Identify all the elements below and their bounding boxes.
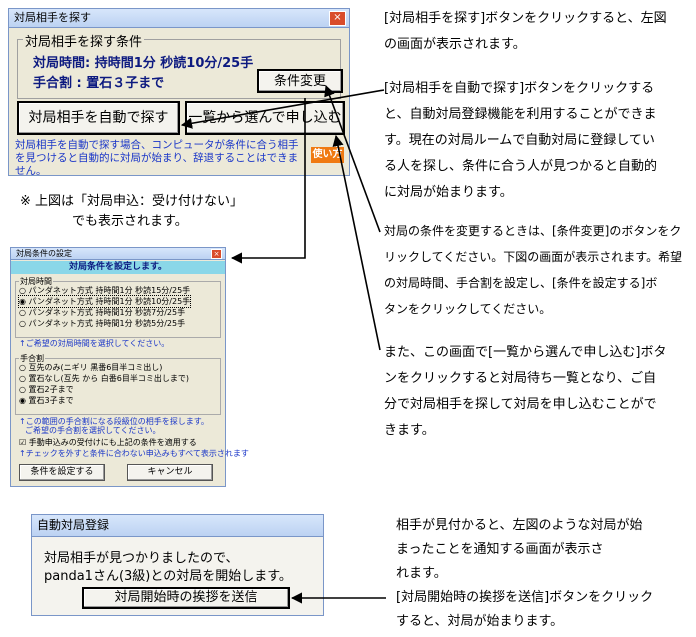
note-line: リックしてください。下図の画面が表示されます。希望 <box>384 250 683 264</box>
time-option-label: パンダネット方式 持時間1分 秒読10分/25手 <box>28 297 191 306</box>
caption-line-2: でも表示されます。 <box>72 214 188 229</box>
note-change-condition: 対局の条件を変更するときは、[条件変更]のボタンをク リックしてください。下図の… <box>384 218 694 322</box>
help-text: 対局相手を自動で探す場合、コンピュータが条件に合う相手を見つけると自動的に対局が… <box>15 139 299 177</box>
close-icon[interactable]: × <box>211 249 222 259</box>
auto-window-title: 自動対局登録 <box>32 515 323 537</box>
note-line: す。現在の対局ルームで自動対局に登録してい <box>384 133 655 148</box>
note-line: に対局が始まります。 <box>384 185 513 200</box>
time-option-4[interactable]: ○ パンダネット方式 持時間1分 秒読5分/25手 <box>19 318 185 329</box>
handicap-option-1[interactable]: ○ 互先のみ(ニギリ 黒番6目半コミ出し) <box>19 362 162 373</box>
note-line: る人を探し、条件に合う人が見つかると自動的 <box>384 159 658 174</box>
caption-line-1: ※ 上図は「対局申込：受け付けない」 <box>20 194 244 209</box>
time-hint: ↑ご希望の対局時間を選択してください。 <box>19 339 170 348</box>
list-apply-button[interactable]: 一覧から選んで申し込む <box>185 101 345 135</box>
note-line: と、自動対局登録機能を利用することができま <box>384 107 657 122</box>
handicap-option-4[interactable]: ◉ 置石3子まで <box>19 395 74 406</box>
auto-message-line-1: 対局相手が見つかりましたので、 <box>44 551 239 566</box>
condition-group-title: 対局相手を探す条件 <box>23 31 145 50</box>
cancel-button[interactable]: キャンセル <box>127 464 213 481</box>
note-line: まったことを通知する画面が表示さ <box>396 542 604 557</box>
send-greeting-button[interactable]: 対局開始時の挨拶を送信 <box>82 587 290 609</box>
change-condition-button[interactable]: 条件変更 <box>257 69 343 93</box>
auto-match-window: 自動対局登録 対局相手が見つかりましたので、 panda1さん(3級)との対局を… <box>31 514 324 616</box>
note-auto-match: 相手が見付かると、左図のような対局が始 まったことを通知する画面が表示さ れます… <box>396 514 686 634</box>
apply-hint: ↑チェックを外すと条件に合わない申込みもすべて表示されます <box>19 449 249 458</box>
note-line: きます。 <box>384 423 435 438</box>
time-option-1[interactable]: ○ パンダネット方式 持時間1分 秒読15分/25手 <box>19 285 190 296</box>
handicap-condition: 手合割 : 置石３子まで <box>33 76 165 91</box>
handicap-option-label: 置石なし(互先 から 白番6目半コミ出しまで) <box>28 374 189 383</box>
note-line: すると、対局が始まります。 <box>396 614 564 629</box>
search-window-title: 対局相手を探す <box>9 9 349 28</box>
note-line: [対局相手を自動で探す]ボタンをクリックする <box>384 81 655 96</box>
time-option-label: パンダネット方式 持時間1分 秒読5分/25手 <box>28 319 186 328</box>
handicap-hint-2: ご希望の手合割を選択してください。 <box>25 426 161 435</box>
note-list-apply: また、この画面で[一覧から選んで申し込む]ボタ ンをクリックすると対局待ち一覧と… <box>384 340 690 444</box>
condition-header: 対局条件を設定します。 <box>11 261 225 274</box>
condition-window-title: 対局条件の設定 <box>11 248 225 260</box>
note-line: [対局相手を探す]ボタンをクリックすると、左図 <box>384 11 667 26</box>
help-badge[interactable]: 使い方 <box>311 147 344 163</box>
note-line: [対局開始時の挨拶を送信]ボタンをクリック <box>396 590 654 605</box>
handicap-option-3[interactable]: ○ 置石2子まで <box>19 384 74 395</box>
apply-checkbox[interactable]: ☑ 手動申込みの受付けにも上記の条件を適用する <box>19 437 197 448</box>
time-option-2[interactable]: ◉ パンダネット方式 持時間1分 秒読10分/25手 <box>17 295 192 308</box>
note-line: の画面が表示されます。 <box>384 37 526 52</box>
note-line: 対局の条件を変更するときは、[条件変更]のボタンをク <box>384 224 682 238</box>
note-line: れます。 <box>396 566 447 581</box>
note-line: ンをクリックすると対局待ち一覧となり、ご自 <box>384 371 657 386</box>
time-option-label: パンダネット方式 持時間1分 秒読15分/25手 <box>28 286 191 295</box>
time-condition: 対局時間: 持時間1分 秒読10分/25手 <box>33 56 254 71</box>
auto-search-button[interactable]: 対局相手を自動で探す <box>17 101 180 135</box>
note-line: 分で対局相手を探して対局を申し込むことがで <box>384 397 657 412</box>
auto-message-line-2: panda1さん(3級)との対局を開始します。 <box>44 569 292 584</box>
note-line: 相手が見付かると、左図のような対局が始 <box>396 518 643 533</box>
note-line: また、この画面で[一覧から選んで申し込む]ボタ <box>384 345 667 360</box>
time-option-label: パンダネット方式 持時間1分 秒読7分/25手 <box>28 308 186 317</box>
condition-settings-window: 対局条件の設定 × 対局条件を設定します。 対局時間 ○ パンダネット方式 持時… <box>10 247 249 487</box>
handicap-option-label: 置石2子まで <box>28 385 74 394</box>
set-condition-button[interactable]: 条件を設定する <box>19 464 105 481</box>
handicap-option-2[interactable]: ○ 置石なし(互先 から 白番6目半コミ出しまで) <box>19 373 189 384</box>
handicap-option-label: 互先のみ(ニギリ 黒番6目半コミ出し) <box>28 363 163 372</box>
search-window: 対局相手を探す × 対局相手を探す条件 対局時間: 持時間1分 秒読10分/25… <box>8 8 350 177</box>
close-icon[interactable]: × <box>329 11 346 26</box>
time-option-3[interactable]: ○ パンダネット方式 持時間1分 秒読7分/25手 <box>19 307 185 318</box>
note-search-window: [対局相手を探す]ボタンをクリックすると、左図 の画面が表示されます。 <box>384 6 690 58</box>
note-line: タンをクリックしてください。 <box>384 302 552 316</box>
handicap-option-label: 置石3子まで <box>28 396 74 405</box>
note-auto-search: [対局相手を自動で探す]ボタンをクリックする と、自動対局登録機能を利用すること… <box>384 76 690 206</box>
apply-checkbox-label: 手動申込みの受付けにも上記の条件を適用する <box>28 438 197 447</box>
note-line: の対局時間、手合割を設定し、[条件を設定する]ボ <box>384 276 658 290</box>
